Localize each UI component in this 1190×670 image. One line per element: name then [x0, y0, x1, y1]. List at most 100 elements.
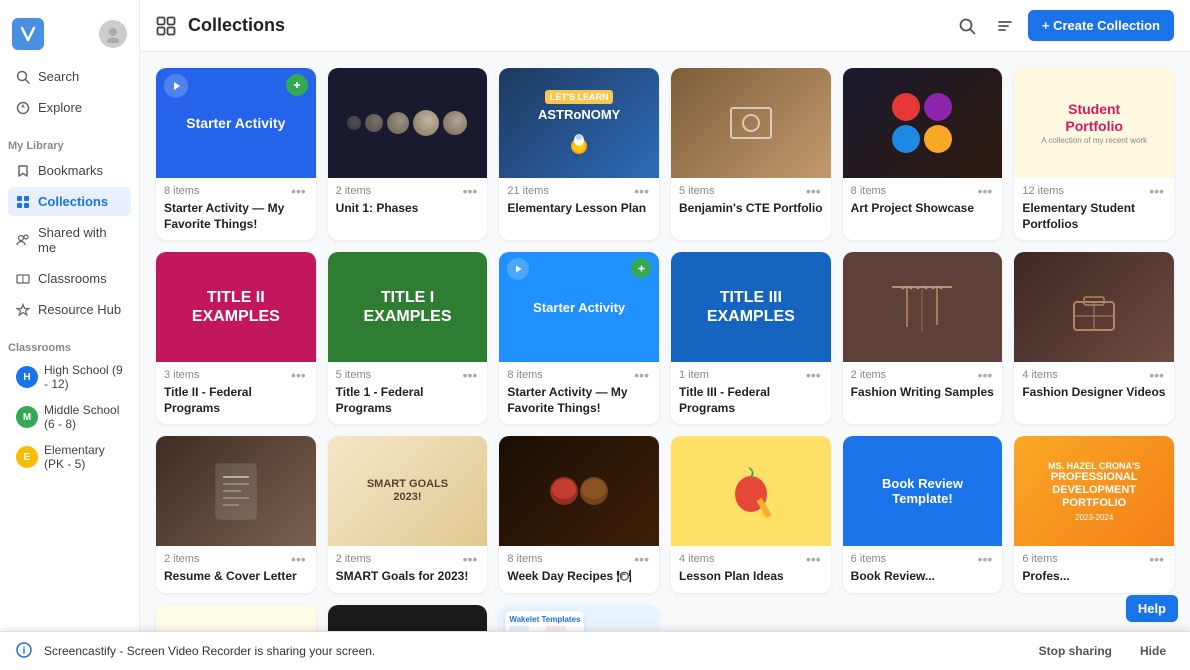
elementary-dot: E	[16, 446, 38, 468]
notification-text: Screencastify - Screen Video Recorder is…	[44, 644, 1019, 658]
middle-school-dot: M	[16, 406, 38, 428]
card-title: Title 1 - Federal Programs	[336, 385, 480, 416]
sidebar-resource-label: Resource Hub	[38, 302, 121, 317]
card-lesson-plan[interactable]: 4 items ••• Lesson Plan Ideas	[671, 436, 831, 593]
card-more-button[interactable]: •••	[289, 184, 308, 198]
search-button[interactable]	[952, 11, 982, 41]
card-unit1-phases[interactable]: 2 items ••• Unit 1: Phases	[328, 68, 488, 240]
sidebar-item-resource-hub[interactable]: Resource Hub	[8, 295, 131, 324]
card-more-button[interactable]: •••	[289, 552, 308, 566]
card-title: Benjamin's CTE Portfolio	[679, 201, 823, 217]
create-collection-button[interactable]: + Create Collection	[1028, 10, 1174, 41]
card-book-review[interactable]: Book Review Template! 6 items ••• Book R…	[843, 436, 1003, 593]
card-benjamin-cte[interactable]: 5 items ••• Benjamin's CTE Portfolio	[671, 68, 831, 240]
card-more-button[interactable]: •••	[632, 184, 651, 198]
hide-button[interactable]: Hide	[1132, 640, 1174, 662]
card-more-button[interactable]: •••	[804, 184, 823, 198]
card-count: 3 items	[164, 369, 199, 381]
stop-sharing-button[interactable]: Stop sharing	[1031, 640, 1120, 662]
card-recipes[interactable]: 8 items ••• Week Day Recipes 🍽	[499, 436, 659, 593]
card-title: Elementary Lesson Plan	[507, 201, 651, 217]
card-prof-dev[interactable]: MS. HAZEL CRONA'S PROFESSIONALDEVELOPMEN…	[1014, 436, 1174, 593]
card-more-button[interactable]: •••	[632, 552, 651, 566]
card-more-button[interactable]: •••	[1147, 184, 1166, 198]
card-count: 4 items	[1022, 369, 1057, 381]
card-title: Lesson Plan Ideas	[679, 569, 823, 585]
sidebar-classroom-middle-school[interactable]: M Middle School (6 - 8)	[8, 398, 131, 436]
card-more-button[interactable]: •••	[804, 552, 823, 566]
classrooms-section-label: Classrooms	[0, 334, 139, 358]
card-art-project[interactable]: 8 items ••• Art Project Showcase	[843, 68, 1003, 240]
sidebar-item-bookmarks[interactable]: Bookmarks	[8, 156, 131, 185]
app-logo	[12, 18, 44, 50]
card-title3[interactable]: TITLE IIIEXAMPLES 1 item ••• Title III -…	[671, 252, 831, 424]
card-title: Starter Activity — My Favorite Things!	[507, 385, 651, 416]
collections-icon	[156, 16, 176, 36]
card-fashion-vid[interactable]: 4 items ••• Fashion Designer Videos	[1014, 252, 1174, 424]
header-actions: + Create Collection	[952, 10, 1174, 41]
card-elementary-lesson[interactable]: LET'S LEARN ASTRoNOMY	[499, 68, 659, 240]
card-title: Resume & Cover Letter	[164, 569, 308, 585]
card-title: Fashion Writing Samples	[851, 385, 995, 401]
card-resume[interactable]: 2 items ••• Resume & Cover Letter	[156, 436, 316, 593]
card-title: Week Day Recipes 🍽	[507, 569, 651, 585]
sidebar-classroom-elementary[interactable]: E Elementary (PK - 5)	[8, 438, 131, 476]
sidebar-item-shared[interactable]: Shared with me	[8, 218, 131, 262]
sidebar-shared-label: Shared with me	[38, 225, 123, 255]
card-title: Unit 1: Phases	[336, 201, 480, 217]
elementary-label: Elementary (PK - 5)	[44, 443, 123, 471]
sidebar-item-search[interactable]: Search	[8, 62, 131, 91]
card-title: Fashion Designer Videos	[1022, 385, 1166, 401]
sidebar-classroom-high-school[interactable]: H High School (9 - 12)	[8, 358, 131, 396]
header: Collections + Create Collection	[140, 0, 1190, 52]
card-title: Art Project Showcase	[851, 201, 995, 217]
collections-grid-container: Starter Activity 8 items ••• Starter Act…	[140, 52, 1190, 670]
card-more-button[interactable]: •••	[461, 368, 480, 382]
card-elementary-student[interactable]: StudentPortfolio A collection of my rece…	[1014, 68, 1174, 240]
high-school-dot: H	[16, 366, 38, 388]
card-count: 4 items	[679, 553, 714, 565]
card-smart-goals[interactable]: SMART GOALS2023! 2 items ••• SMART Goals…	[328, 436, 488, 593]
card-count: 2 items	[164, 553, 199, 565]
sidebar-classrooms-label: Classrooms	[38, 271, 107, 286]
sidebar-search-label: Search	[38, 69, 79, 84]
card-more-button[interactable]: •••	[804, 368, 823, 382]
main-content: Collections + Create Collection	[140, 0, 1190, 670]
page-title: Collections	[188, 15, 940, 36]
card-title: Title III - Federal Programs	[679, 385, 823, 416]
card-title: Starter Activity — My Favorite Things!	[164, 201, 308, 232]
sidebar-explore-label: Explore	[38, 100, 82, 115]
collections-grid: Starter Activity 8 items ••• Starter Act…	[156, 68, 1174, 670]
sort-button[interactable]	[990, 11, 1020, 41]
card-count: 8 items	[851, 185, 886, 197]
card-title1[interactable]: TITLE IEXAMPLES 5 items ••• Title 1 - Fe…	[328, 252, 488, 424]
card-more-button[interactable]: •••	[461, 552, 480, 566]
user-avatar[interactable]	[99, 20, 127, 48]
card-more-button[interactable]: •••	[976, 184, 995, 198]
sidebar-item-collections[interactable]: Collections	[8, 187, 131, 216]
card-more-button[interactable]: •••	[1147, 368, 1166, 382]
notification-icon	[16, 642, 32, 661]
card-more-button[interactable]: •••	[289, 368, 308, 382]
my-library-label: My Library	[0, 132, 139, 156]
sidebar-item-classrooms[interactable]: Classrooms	[8, 264, 131, 293]
card-more-button[interactable]: •••	[461, 184, 480, 198]
card-more-button[interactable]: •••	[976, 368, 995, 382]
card-fashion-write[interactable]: 2 items ••• Fashion Writing Samples	[843, 252, 1003, 424]
card-count: 6 items	[851, 553, 886, 565]
sidebar-collections-label: Collections	[38, 194, 108, 209]
card-count: 21 items	[507, 185, 549, 197]
card-starter-activity[interactable]: Starter Activity 8 items ••• Starter Act…	[156, 68, 316, 240]
card-more-button[interactable]: •••	[1147, 552, 1166, 566]
card-title: Title II - Federal Programs	[164, 385, 308, 416]
card-more-button[interactable]: •••	[632, 368, 651, 382]
card-count: 12 items	[1022, 185, 1064, 197]
card-more-button[interactable]: •••	[976, 552, 995, 566]
sidebar: Search Explore My Library Bookmarks Coll…	[0, 0, 140, 670]
help-button[interactable]: Help	[1126, 595, 1178, 622]
card-title2[interactable]: TITLE IIEXAMPLES 3 items ••• Title II - …	[156, 252, 316, 424]
card-title: Profes...	[1022, 569, 1166, 585]
card-starter2[interactable]: Starter Activity 8 items ••• Starter Act…	[499, 252, 659, 424]
sidebar-item-explore[interactable]: Explore	[8, 93, 131, 122]
card-title: SMART Goals for 2023!	[336, 569, 480, 585]
